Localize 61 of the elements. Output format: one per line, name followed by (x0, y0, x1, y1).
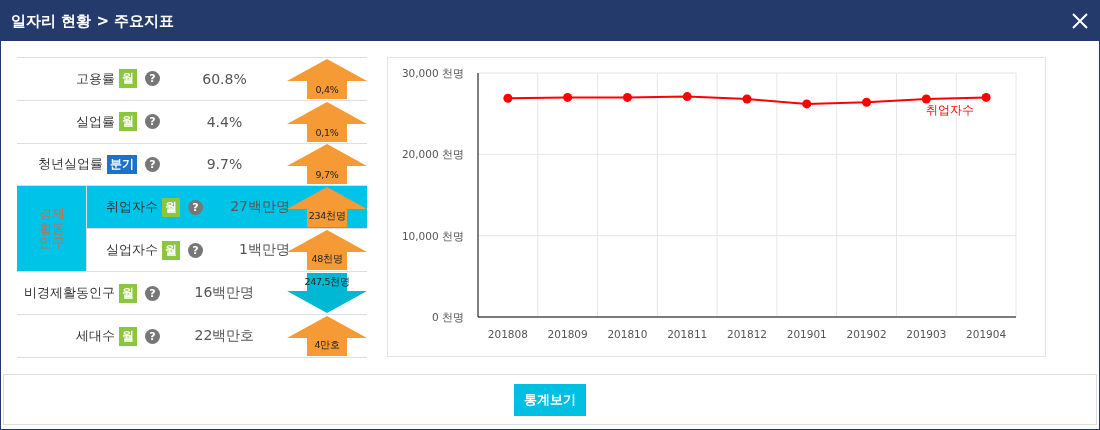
indicator-value: 1백만명 (239, 241, 290, 260)
indicator-value: 60.8% (202, 70, 247, 87)
period-tag: 월 (162, 197, 180, 217)
data-point (862, 97, 872, 107)
indicator-value: 16백만명 (194, 284, 255, 303)
y-tick-label: 0 천명 (431, 311, 464, 323)
indicator-label: 실업률 (76, 112, 115, 131)
help-icon[interactable]: ? (188, 199, 203, 215)
change-value: 0,4% (314, 83, 340, 95)
window-title: 일자리 현황 > 주요지표 (11, 11, 175, 31)
indicator-value: 9.7% (206, 156, 243, 173)
x-tick-label: 201808 (487, 328, 528, 340)
help-icon[interactable]: ? (145, 71, 160, 87)
period-tag: 분기 (107, 155, 137, 174)
indicator-value: 22백만호 (194, 327, 255, 346)
x-tick-label: 201902 (846, 328, 887, 340)
help-icon[interactable]: ? (188, 242, 203, 258)
y-tick-label: 20,000 천명 (401, 148, 464, 161)
change-value: 48천명 (310, 253, 344, 267)
indicator-label: 청년실업률 (38, 155, 103, 174)
data-point (503, 93, 513, 103)
x-tick-label: 201903 (906, 328, 947, 340)
indicator-label: 취업자수 (106, 198, 158, 217)
y-tick-label: 10,000 천명 (401, 229, 464, 242)
change-value: 9,7% (314, 169, 340, 181)
data-point (981, 92, 991, 102)
indicator-row[interactable]: 취업자수 월 ? 27백만명 234천명 (87, 186, 367, 230)
period-tag: 월 (119, 112, 137, 132)
data-point (682, 92, 692, 102)
x-tick-label: 201811 (667, 328, 708, 340)
indicator-label: 비경제활동인구 (24, 284, 115, 303)
indicator-value: 27백만명 (230, 198, 290, 217)
indicator-value: 4.4% (206, 113, 243, 130)
data-point (563, 92, 573, 102)
x-tick-label: 201809 (547, 328, 588, 340)
help-icon[interactable]: ? (145, 285, 160, 301)
indicator-label: 고용률 (76, 69, 115, 88)
period-tag: 월 (119, 283, 137, 303)
y-tick-label: 30,000 천명 (401, 67, 464, 79)
close-icon[interactable] (1071, 12, 1089, 30)
data-point (622, 92, 632, 102)
data-point (742, 94, 752, 104)
series-label: 취업자수 (926, 103, 975, 118)
data-point (802, 99, 812, 109)
help-icon[interactable]: ? (145, 328, 160, 344)
period-tag: 월 (119, 326, 137, 346)
period-tag: 월 (119, 69, 137, 89)
data-point (921, 94, 931, 104)
indicator-label: 실업자수 (106, 241, 158, 260)
group-label: 경제활동인구 (37, 207, 66, 251)
change-value: 0,1% (314, 126, 340, 138)
change-value: 234천명 (307, 210, 347, 224)
period-tag: 월 (162, 240, 180, 260)
help-icon[interactable]: ? (145, 157, 160, 172)
x-tick-label: 201904 (966, 328, 1007, 340)
x-tick-label: 201812 (726, 328, 768, 340)
help-icon[interactable]: ? (145, 114, 160, 130)
change-value: 4만호 (313, 339, 341, 353)
indicator-label: 세대수 (76, 327, 115, 346)
x-tick-label: 201810 (607, 328, 648, 340)
x-tick-label: 201901 (786, 328, 827, 340)
